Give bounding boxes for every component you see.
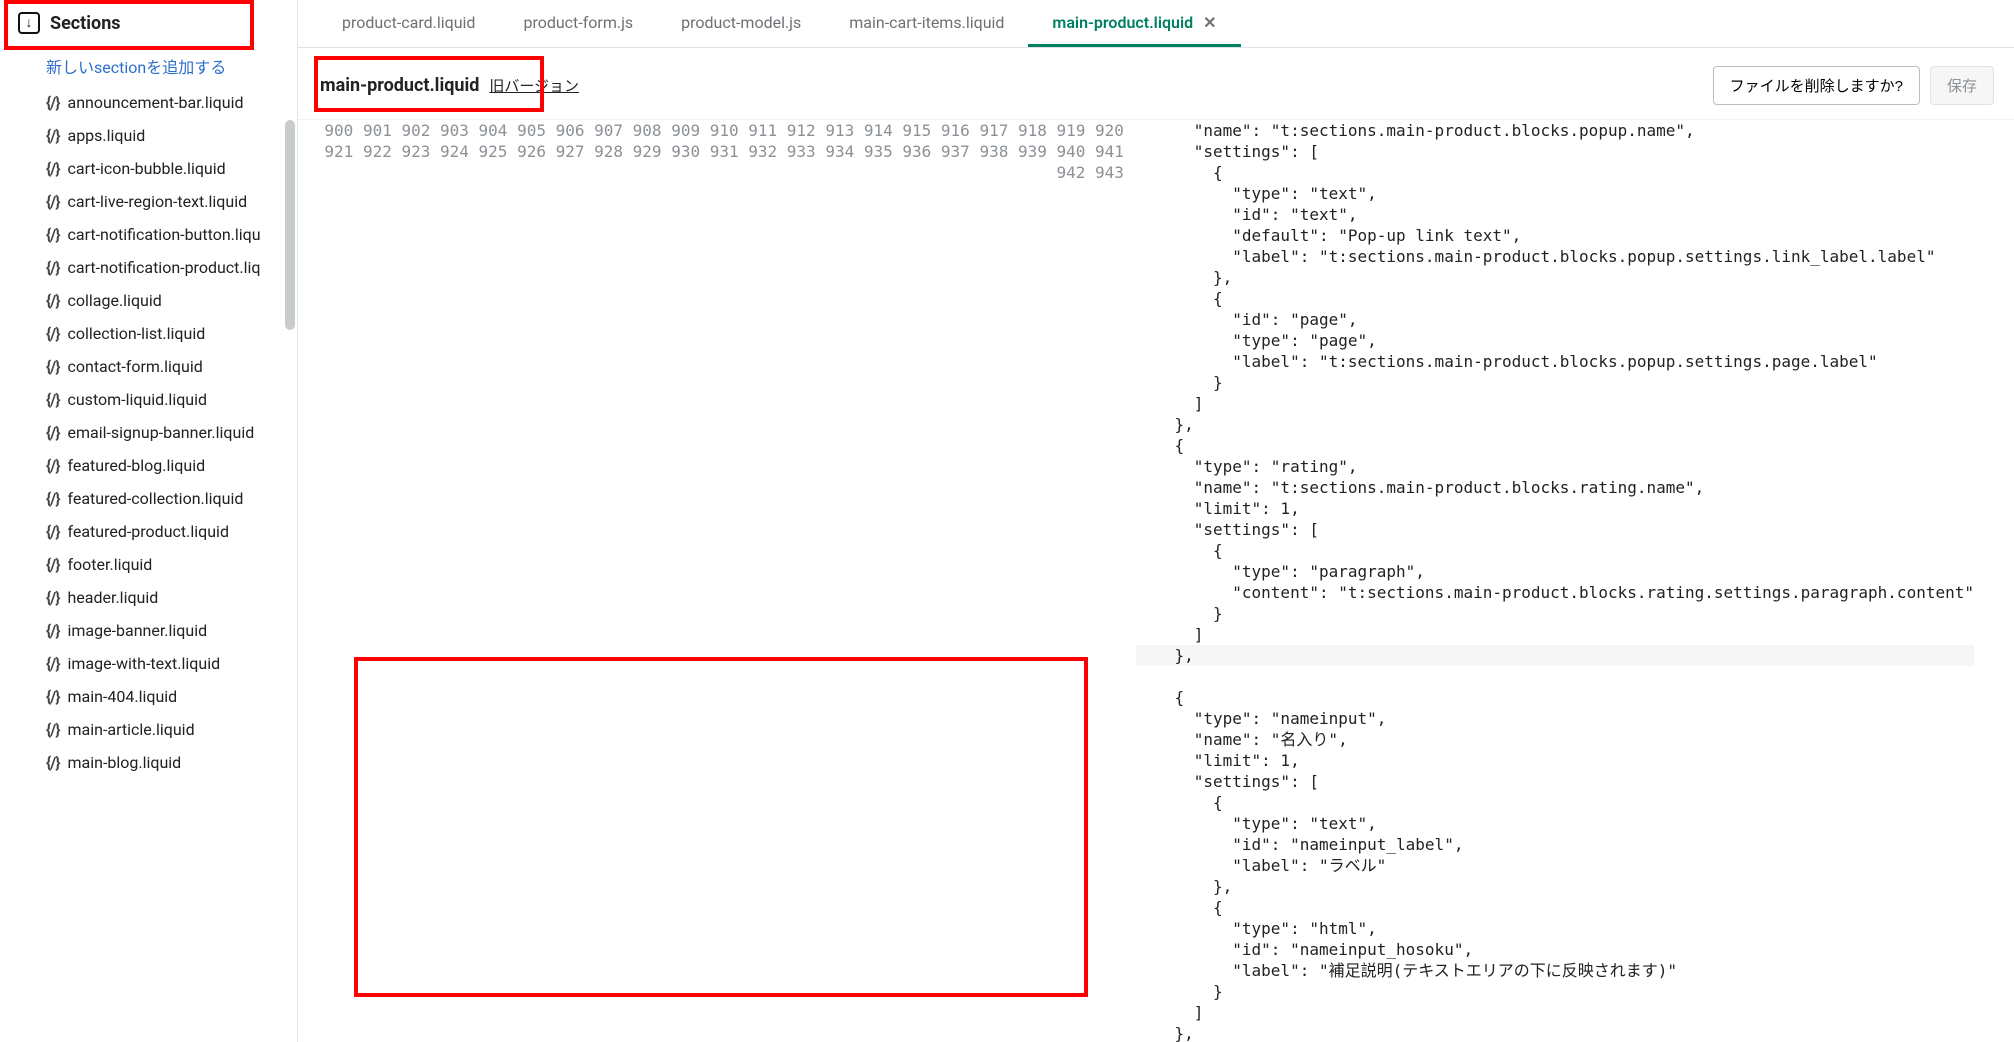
sidebar-file-item[interactable]: {/} email-signup-banner.liquid bbox=[0, 416, 297, 449]
liquid-icon: {/} bbox=[46, 225, 59, 244]
liquid-icon: {/} bbox=[46, 588, 59, 607]
file-list: {/} announcement-bar.liquid {/} apps.liquid… bbox=[0, 86, 297, 779]
liquid-icon: {/} bbox=[46, 423, 59, 442]
close-icon[interactable]: ✕ bbox=[1203, 13, 1216, 32]
sidebar-file-label: collection-list.liquid bbox=[67, 324, 205, 343]
liquid-icon: {/} bbox=[46, 93, 59, 112]
sidebar-file-item[interactable]: {/} cart-notification-product.liq bbox=[0, 251, 297, 284]
sidebar-file-item[interactable]: {/} collage.liquid bbox=[0, 284, 297, 317]
liquid-icon: {/} bbox=[46, 291, 59, 310]
sidebar-file-label: main-404.liquid bbox=[67, 687, 177, 706]
editor-tabs: product-card.liquidproduct-form.jsproduc… bbox=[298, 0, 2014, 48]
sidebar-file-item[interactable]: {/} apps.liquid bbox=[0, 119, 297, 152]
sidebar-file-item[interactable]: {/} collection-list.liquid bbox=[0, 317, 297, 350]
editor-tab[interactable]: product-form.js bbox=[499, 0, 657, 47]
sidebar-file-label: header.liquid bbox=[67, 588, 158, 607]
add-section-link[interactable]: 新しいsectionを追加する bbox=[0, 46, 297, 86]
sidebar-file-item[interactable]: {/} contact-form.liquid bbox=[0, 350, 297, 383]
sidebar-file-item[interactable]: {/} cart-live-region-text.liquid bbox=[0, 185, 297, 218]
sidebar-file-label: email-signup-banner.liquid bbox=[67, 423, 254, 442]
sidebar-file-item[interactable]: {/} main-blog.liquid bbox=[0, 746, 297, 779]
editor-tab[interactable]: product-card.liquid bbox=[318, 0, 499, 47]
liquid-icon: {/} bbox=[46, 621, 59, 640]
editor-tab[interactable]: main-cart-items.liquid bbox=[825, 0, 1028, 47]
liquid-icon: {/} bbox=[46, 489, 59, 508]
sidebar-file-label: main-article.liquid bbox=[67, 720, 194, 739]
sections-header-label: Sections bbox=[50, 13, 121, 34]
sidebar-file-label: image-with-text.liquid bbox=[67, 654, 220, 673]
sidebar-file-item[interactable]: {/} featured-collection.liquid bbox=[0, 482, 297, 515]
save-button[interactable]: 保存 bbox=[1930, 66, 1994, 105]
main-area: product-card.liquidproduct-form.jsproduc… bbox=[298, 0, 2014, 1042]
sidebar-file-label: custom-liquid.liquid bbox=[67, 390, 207, 409]
liquid-icon: {/} bbox=[46, 522, 59, 541]
sidebar-file-label: main-blog.liquid bbox=[67, 753, 181, 772]
sidebar-file-label: footer.liquid bbox=[67, 555, 152, 574]
liquid-icon: {/} bbox=[46, 555, 59, 574]
liquid-icon: {/} bbox=[46, 357, 59, 376]
sidebar-file-label: announcement-bar.liquid bbox=[67, 93, 243, 112]
sidebar-file-label: featured-blog.liquid bbox=[67, 456, 205, 475]
code-content[interactable]: "name": "t:sections.main-product.blocks.… bbox=[1136, 120, 2014, 1042]
sidebar-file-item[interactable]: {/} cart-icon-bubble.liquid bbox=[0, 152, 297, 185]
liquid-icon: {/} bbox=[46, 753, 59, 772]
liquid-icon: {/} bbox=[46, 192, 59, 211]
sidebar-file-label: cart-live-region-text.liquid bbox=[67, 192, 247, 211]
liquid-icon: {/} bbox=[46, 654, 59, 673]
sidebar-file-label: featured-collection.liquid bbox=[67, 489, 243, 508]
sidebar-file-item[interactable]: {/} featured-blog.liquid bbox=[0, 449, 297, 482]
sidebar-file-label: cart-notification-button.liqu bbox=[67, 225, 260, 244]
sidebar-file-label: featured-product.liquid bbox=[67, 522, 228, 541]
liquid-icon: {/} bbox=[46, 258, 59, 277]
liquid-icon: {/} bbox=[46, 159, 59, 178]
liquid-icon: {/} bbox=[46, 687, 59, 706]
sidebar-file-label: collage.liquid bbox=[67, 291, 161, 310]
delete-file-button[interactable]: ファイルを削除しますか? bbox=[1713, 66, 1920, 105]
editor-tab[interactable]: main-product.liquid✕ bbox=[1028, 0, 1240, 47]
sidebar-file-item[interactable]: {/} image-banner.liquid bbox=[0, 614, 297, 647]
sidebar-file-label: cart-notification-product.liq bbox=[67, 258, 260, 277]
liquid-icon: {/} bbox=[46, 126, 59, 145]
old-version-link[interactable]: 旧バージョン bbox=[489, 75, 579, 96]
file-bar: main-product.liquid 旧バージョン ファイルを削除しますか? … bbox=[298, 48, 2014, 120]
line-gutter: 900 901 902 903 904 905 906 907 908 909 … bbox=[298, 120, 1136, 1042]
sidebar-file-item[interactable]: {/} image-with-text.liquid bbox=[0, 647, 297, 680]
sidebar-file-label: cart-icon-bubble.liquid bbox=[67, 159, 225, 178]
liquid-icon: {/} bbox=[46, 324, 59, 343]
sidebar-file-item[interactable]: {/} announcement-bar.liquid bbox=[0, 86, 297, 119]
liquid-icon: {/} bbox=[46, 390, 59, 409]
liquid-icon: {/} bbox=[46, 456, 59, 475]
sidebar-file-item[interactable]: {/} header.liquid bbox=[0, 581, 297, 614]
sidebar-file-label: apps.liquid bbox=[67, 126, 145, 145]
sidebar: ↓ Sections 新しいsectionを追加する {/} announceme… bbox=[0, 0, 298, 1042]
current-file-name: main-product.liquid bbox=[320, 75, 479, 96]
sidebar-file-label: contact-form.liquid bbox=[67, 357, 202, 376]
editor-tab[interactable]: product-model.js bbox=[657, 0, 825, 47]
sidebar-file-label: image-banner.liquid bbox=[67, 621, 207, 640]
sidebar-file-item[interactable]: {/} footer.liquid bbox=[0, 548, 297, 581]
sidebar-file-item[interactable]: {/} main-article.liquid bbox=[0, 713, 297, 746]
sidebar-scrollbar-thumb[interactable] bbox=[285, 120, 295, 330]
sidebar-file-item[interactable]: {/} cart-notification-button.liqu bbox=[0, 218, 297, 251]
sidebar-file-item[interactable]: {/} featured-product.liquid bbox=[0, 515, 297, 548]
code-editor[interactable]: 900 901 902 903 904 905 906 907 908 909 … bbox=[298, 120, 2014, 1042]
sidebar-file-item[interactable]: {/} custom-liquid.liquid bbox=[0, 383, 297, 416]
collapse-icon: ↓ bbox=[18, 12, 40, 34]
sections-header[interactable]: ↓ Sections bbox=[0, 0, 297, 46]
liquid-icon: {/} bbox=[46, 720, 59, 739]
sidebar-file-item[interactable]: {/} main-404.liquid bbox=[0, 680, 297, 713]
